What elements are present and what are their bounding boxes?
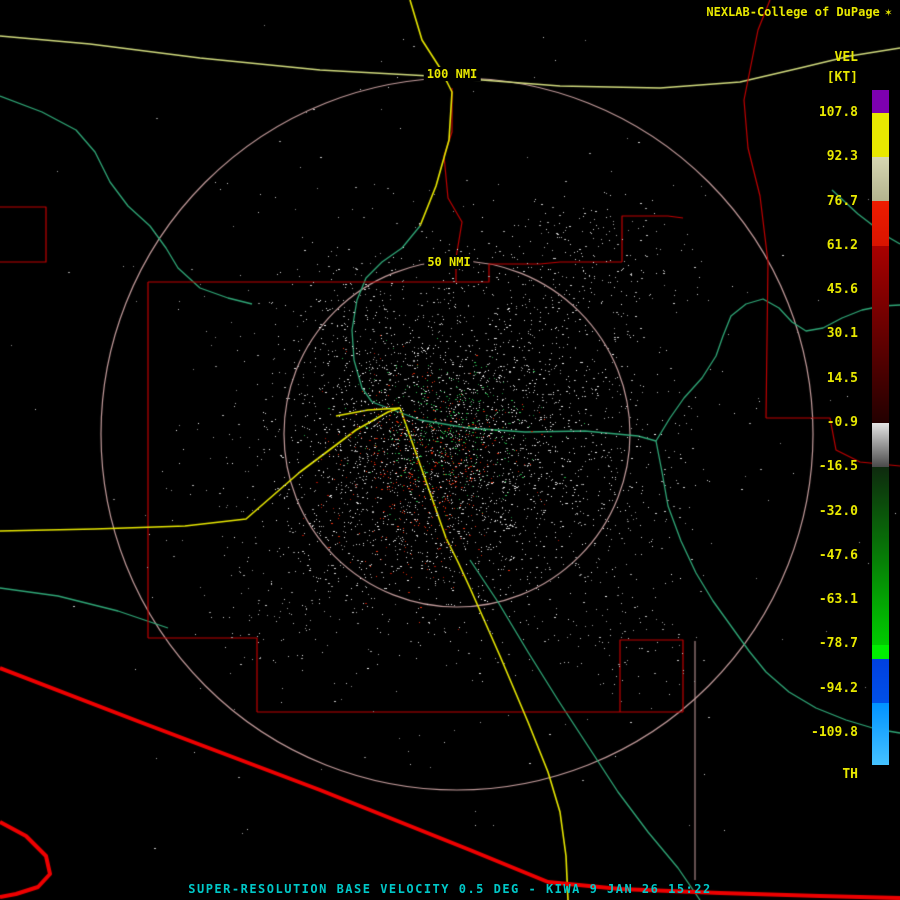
colorbar-segment [872,157,889,201]
colorbar-title: VEL [794,50,858,65]
colorbar-segment [872,90,889,113]
colorbar-tick: 30.1 [794,326,858,341]
colorbar-strip [872,90,889,765]
colorbar-units: [KT] [794,70,858,85]
radar-map-canvas [0,0,900,900]
colorbar-tick: 45.6 [794,282,858,297]
colorbar-tick: 14.5 [794,371,858,386]
colorbar-tick: -78.7 [794,636,858,651]
colorbar-tick: -109.8 [794,725,858,740]
colorbar-segment [872,659,889,703]
colorbar-segment [872,703,889,765]
range-ring-label-50nmi: 50 NMI [424,255,473,269]
colorbar-segment [872,645,889,659]
colorbar-tick: -0.9 [794,415,858,430]
header: NEXLAB-College of DuPage ✶ [706,5,892,19]
colorbar-segment [872,246,889,423]
colorbar-tick: -94.2 [794,681,858,696]
brand-text: NEXLAB-College of DuPage [706,5,879,19]
colorbar-segment [872,113,889,157]
colorbar-tick: 76.7 [794,194,858,209]
range-ring-label-100nmi: 100 NMI [424,67,481,81]
colorbar-tick: -16.5 [794,459,858,474]
colorbar-bottom-label: TH [794,767,858,782]
colorbar-tick: -63.1 [794,592,858,607]
colorbar-segment [872,467,889,645]
colorbar-tick: 61.2 [794,238,858,253]
colorbar-tick: -47.6 [794,548,858,563]
colorbar-segment [872,423,889,467]
product-title: SUPER-RESOLUTION BASE VELOCITY 0.5 DEG -… [0,882,900,896]
colorbar-tick: 107.8 [794,105,858,120]
colorbar-tick: -32.0 [794,504,858,519]
cod-logo-icon: ✶ [885,6,892,18]
radar-display: 50 NMI 100 NMI NEXLAB-College of DuPage … [0,0,900,900]
colorbar-segment [872,201,889,246]
colorbar-tick: 92.3 [794,149,858,164]
